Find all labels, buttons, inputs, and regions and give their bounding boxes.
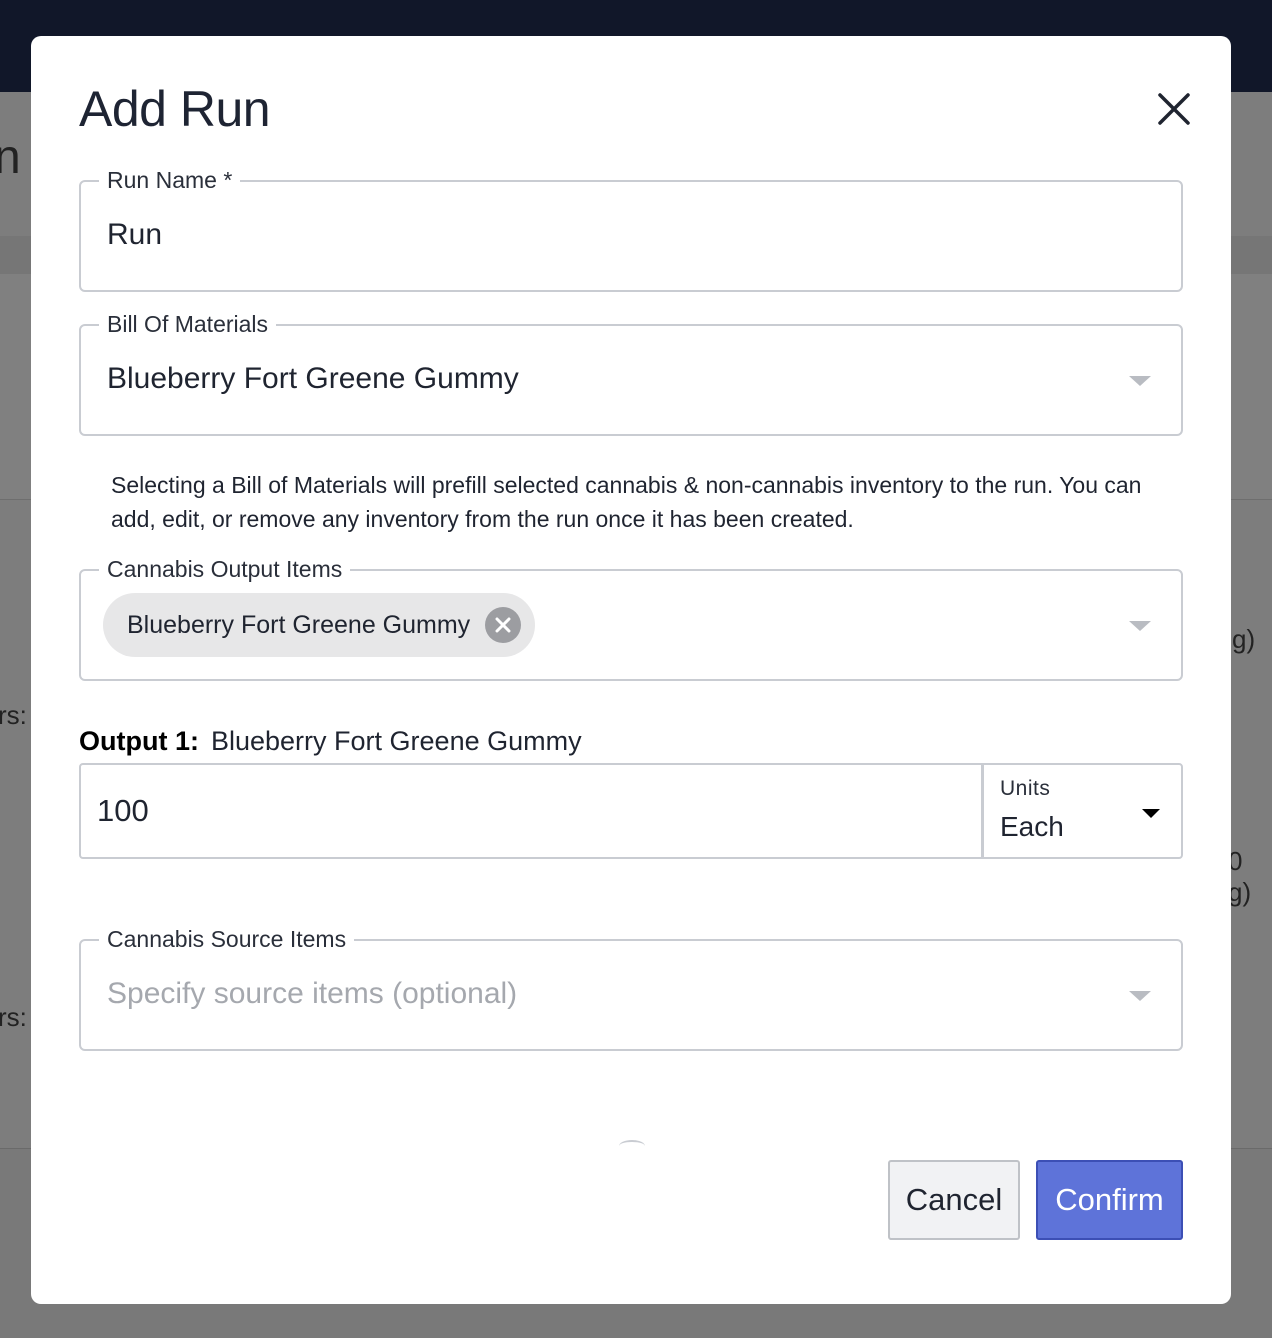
- chevron-down-icon[interactable]: [1129, 991, 1151, 1001]
- output-prefix: Output 1:: [79, 726, 199, 756]
- bill-of-materials-label: Bill Of Materials: [99, 310, 277, 338]
- page-value-fragment: 0 g): [1228, 846, 1252, 907]
- cannabis-source-items-label: Cannabis Source Items: [99, 925, 355, 953]
- units-value: Each: [1000, 811, 1064, 842]
- page-label-fragment: rs:: [0, 1002, 27, 1032]
- run-name-field[interactable]: Run Name * Run: [79, 166, 1183, 292]
- cannabis-source-items-select[interactable]: Cannabis Source Items Specify source ite…: [79, 925, 1183, 1051]
- modal-title: Add Run: [79, 81, 271, 137]
- chevron-down-icon[interactable]: [1129, 376, 1151, 386]
- output-item-chip-label: Blueberry Fort Greene Gummy: [127, 610, 471, 639]
- output-name: Blueberry Fort Greene Gummy: [210, 726, 582, 756]
- cannabis-output-items-label: Cannabis Output Items: [99, 555, 351, 583]
- page-label-fragment: rs:: [0, 700, 27, 730]
- output-item-chip: Blueberry Fort Greene Gummy: [103, 593, 535, 657]
- page-value-fragment: g): [1232, 624, 1256, 654]
- output-quantity-input[interactable]: 100: [79, 763, 983, 859]
- close-icon: [1158, 93, 1190, 125]
- bill-of-materials-select[interactable]: Bill Of Materials Blueberry Fort Greene …: [79, 310, 1183, 436]
- run-name-input[interactable]: Run: [107, 218, 162, 252]
- units-select[interactable]: Units Each: [982, 763, 1183, 859]
- loading-spinner-icon: [619, 1140, 645, 1152]
- cannabis-output-items-select[interactable]: Cannabis Output Items Blueberry Fort Gre…: [79, 555, 1183, 681]
- bill-of-materials-helper-text: Selecting a Bill of Materials will prefi…: [111, 472, 1142, 532]
- cannabis-source-items-placeholder: Specify source items (optional): [107, 977, 518, 1010]
- confirm-button[interactable]: Confirm: [1036, 1160, 1183, 1240]
- chevron-down-icon[interactable]: [1129, 621, 1151, 631]
- add-run-modal: Add Run Run Name * Run Bill Of Materials…: [31, 36, 1231, 1304]
- close-button[interactable]: [1151, 86, 1197, 132]
- run-name-label: Run Name *: [99, 166, 241, 194]
- output-quantity-value: 100: [97, 793, 149, 828]
- close-icon: [495, 617, 511, 633]
- chip-remove-button[interactable]: [485, 607, 521, 643]
- caret-down-icon: [1142, 809, 1160, 818]
- cancel-button[interactable]: Cancel: [888, 1160, 1020, 1240]
- output-heading: Output 1: Blueberry Fort Greene Gummy: [79, 726, 582, 757]
- units-label: Units: [1000, 777, 1051, 800]
- bill-of-materials-value: Blueberry Fort Greene Gummy: [107, 362, 519, 395]
